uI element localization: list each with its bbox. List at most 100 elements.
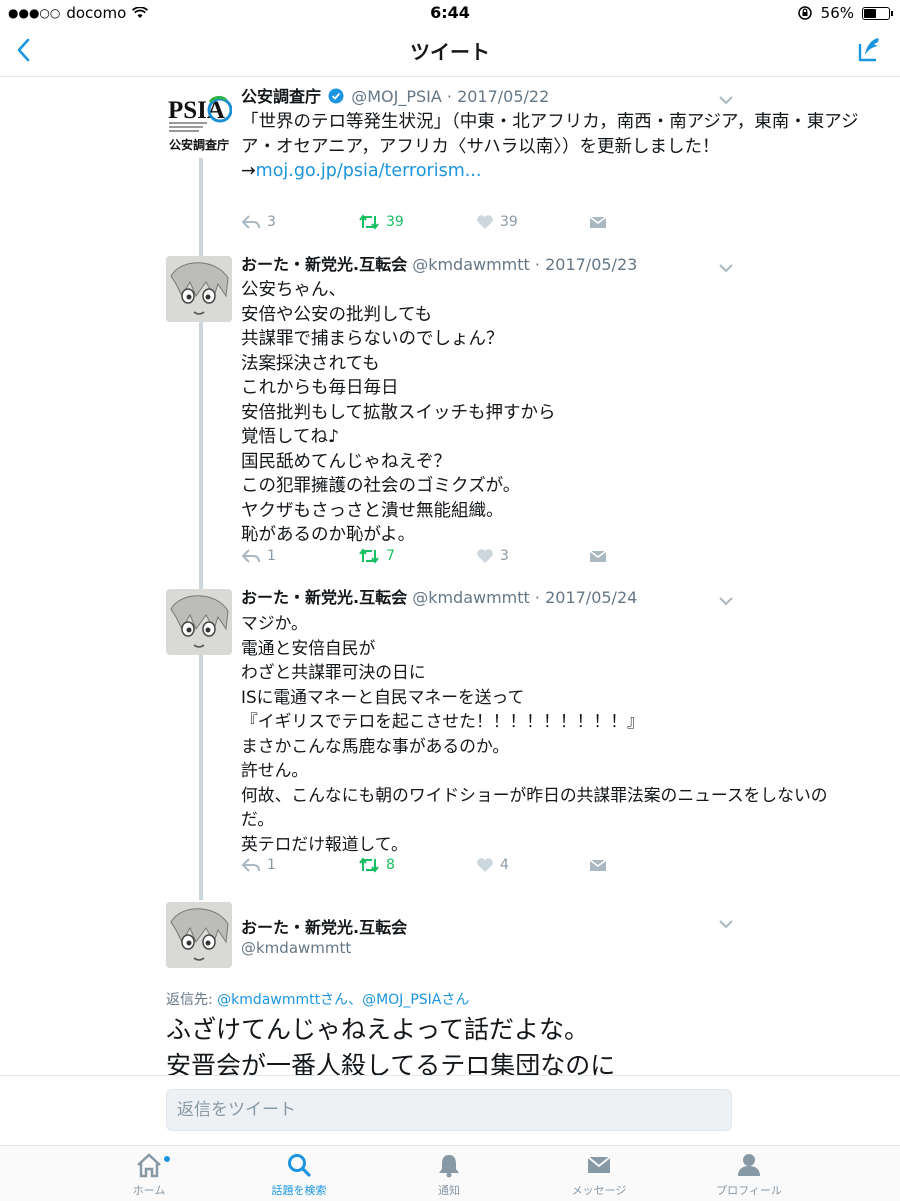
battery-percent: 56% [820, 4, 854, 22]
reply-icon [241, 215, 260, 229]
heart-icon [477, 549, 493, 563]
retweet-icon [359, 214, 379, 230]
page-title: ツイート [410, 40, 490, 64]
retweet-count: 39 [386, 214, 404, 230]
search-icon [288, 1154, 311, 1177]
link-arrow: → [241, 161, 256, 181]
tweet-text-body: 「世界のテロ等発生状況」（中東・北アフリカ，南西・南アジア，東南・東アジア・オセ… [241, 112, 859, 157]
user-handle[interactable]: @kmdawmmtt [412, 255, 530, 274]
tab-label: 話題を検索 [271, 1184, 327, 1197]
person-icon [738, 1154, 760, 1176]
avatar-caption: 公安調査庁 [168, 138, 229, 152]
retweet-icon [359, 548, 379, 564]
compose-tweet-icon[interactable] [854, 34, 886, 66]
like-action[interactable]: 39 [476, 214, 518, 230]
heart-icon [477, 858, 493, 872]
avatar-image [166, 589, 232, 655]
tweet-header: おーた・新党光.互転会 @kmdawmmtt · 2017/05/24 [241, 587, 860, 609]
display-name[interactable]: 公安調査庁 [241, 87, 321, 106]
avatar-image [166, 256, 232, 322]
tab-search[interactable]: 話題を検索 [224, 1152, 374, 1198]
display-name[interactable]: おーた・新党光.互転会 [241, 914, 407, 938]
display-name[interactable]: おーた・新党光.互転会 [241, 255, 407, 274]
orientation-lock-icon [797, 6, 812, 20]
envelope-icon [589, 859, 607, 871]
tab-label: 通知 [438, 1184, 460, 1197]
tweet-actions: 1 8 4 [241, 857, 641, 881]
tab-profile[interactable]: プロフィール [674, 1152, 824, 1198]
reply-count: 3 [267, 214, 276, 230]
home-icon [137, 1153, 161, 1178]
tab-bar: ホーム 話題を検索 通知 メッセージ プロフィール [0, 1145, 900, 1201]
like-action[interactable]: 3 [476, 548, 509, 564]
tweet-text: 公安ちゃん、 安倍や公安の批判しても 共謀罪で捕まらないのでしょん？ 法案採決さ… [241, 280, 556, 545]
verified-badge-icon [328, 88, 344, 104]
dm-action[interactable] [588, 857, 608, 873]
reply-action[interactable]: 1 [241, 857, 276, 873]
reply-count: 1 [267, 548, 276, 564]
reply-count: 1 [267, 857, 276, 873]
user-handle[interactable]: @kmdawmmtt [412, 588, 530, 607]
battery-fill [864, 8, 876, 18]
user-handle[interactable]: @kmdawmmtt [241, 939, 407, 957]
tab-label: ホーム [132, 1184, 166, 1197]
retweet-count: 8 [386, 857, 395, 873]
reply-action[interactable]: 3 [241, 214, 276, 230]
reply-to-mentions[interactable]: @kmdawmmttさん、@MOJ_PSIAさん [217, 992, 469, 1008]
chevron-down-icon[interactable] [717, 918, 735, 930]
tweet-date: · 2017/05/24 [534, 588, 638, 607]
retweet-action[interactable]: 39 [358, 214, 404, 230]
reply-to-label: 返信先: [166, 992, 218, 1008]
like-count: 3 [500, 548, 509, 564]
reply-to-line: 返信先: @kmdawmmttさん、@MOJ_PSIAさん [166, 989, 469, 1009]
envelope-icon [589, 550, 607, 562]
tab-notifications[interactable]: 通知 [374, 1152, 524, 1198]
avatar[interactable] [166, 256, 232, 322]
tab-messages[interactable]: メッセージ [524, 1152, 674, 1198]
retweet-action[interactable]: 8 [358, 857, 395, 873]
display-name[interactable]: おーた・新党光.互転会 [241, 588, 407, 607]
dm-action[interactable] [588, 548, 608, 564]
avatar[interactable] [166, 589, 232, 655]
tweet-header: おーた・新党光.互転会 @kmdawmmtt · 2017/05/23 [241, 254, 860, 276]
like-count: 4 [500, 857, 509, 873]
tweet-text: マジか。 電通と安倍自民が わざと共謀罪可決の日に ISに電通マネーと自民マネー… [241, 613, 828, 854]
reply-icon [241, 858, 260, 872]
avatar-image [166, 902, 232, 968]
tweet-date: · 2017/05/22 [446, 87, 550, 106]
retweet-action[interactable]: 7 [358, 548, 395, 564]
retweet-icon [359, 857, 379, 873]
chevron-down-icon[interactable] [717, 595, 735, 607]
user-handle[interactable]: @MOJ_PSIA [351, 87, 442, 106]
envelope-icon [587, 1156, 611, 1173]
tab-home[interactable]: ホーム [74, 1152, 224, 1198]
tweet-actions: 3 39 39 [241, 214, 641, 238]
chevron-down-icon[interactable] [717, 94, 735, 106]
envelope-icon [589, 216, 607, 228]
tweet-date: · 2017/05/23 [534, 255, 638, 274]
tweet-content: おーた・新党光.互転会 @kmdawmmtt · 2017/05/24 マジか。… [241, 587, 860, 856]
reply-action[interactable]: 1 [241, 548, 276, 564]
avatar[interactable] [166, 902, 232, 968]
new-content-dot [164, 1156, 170, 1162]
battery-icon [862, 6, 893, 20]
chevron-down-icon[interactable] [717, 262, 735, 274]
status-bar: ●●●○○ docomo 6:44 56% [0, 0, 900, 26]
tab-label: メッセージ [571, 1184, 627, 1197]
status-time: 6:44 [430, 3, 470, 22]
tweet-link[interactable]: moj.go.jp/psia/terrorism... [256, 161, 482, 181]
avatar[interactable]: PSIA 公安調査庁 [166, 88, 232, 154]
tweet-actions: 1 7 3 [241, 548, 641, 572]
reply-input[interactable]: 返信をツイート [166, 1089, 732, 1131]
status-right: 56% [797, 4, 893, 22]
tweet-content: おーた・新党光.互転会 @kmdawmmtt · 2017/05/23 公安ちゃ… [241, 254, 860, 548]
reply-composer-bar: 返信をツイート [0, 1075, 900, 1146]
tweet-header: 公安調査庁 @MOJ_PSIA · 2017/05/22 [241, 86, 860, 108]
heart-icon [477, 215, 493, 229]
dm-action[interactable] [588, 214, 608, 230]
like-count: 39 [500, 214, 518, 230]
tweet-content: 公安調査庁 @MOJ_PSIA · 2017/05/22 「世界のテロ等発生状況… [241, 86, 860, 184]
like-action[interactable]: 4 [476, 857, 509, 873]
retweet-count: 7 [386, 548, 395, 564]
tweet-text: 「世界のテロ等発生状況」（中東・北アフリカ，南西・南アジア，東南・東アジア・オセ… [241, 110, 860, 184]
